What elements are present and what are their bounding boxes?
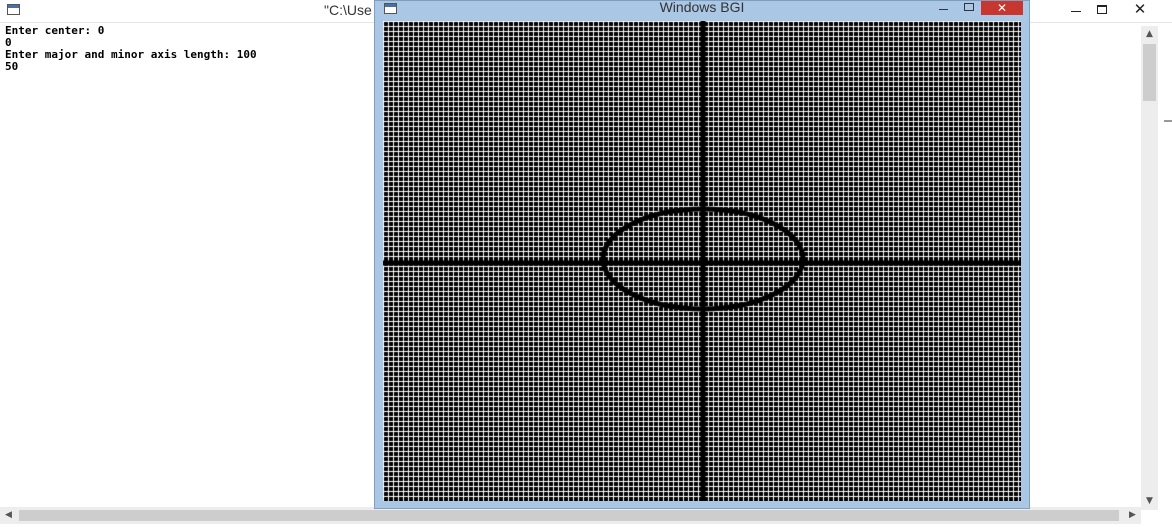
close-icon: ✕: [1133, 0, 1147, 18]
maximize-icon: [1097, 5, 1107, 14]
scroll-left-arrow-icon[interactable]: ◀: [0, 507, 17, 524]
close-button[interactable]: ✕: [1126, 0, 1154, 20]
bgi-maximize-button[interactable]: [957, 1, 981, 17]
graphics-canvas[interactable]: [383, 21, 1021, 501]
minimize-icon: [939, 9, 948, 10]
scroll-down-arrow-icon[interactable]: ▼: [1141, 493, 1158, 510]
bgi-close-button[interactable]: ✕: [981, 1, 1023, 15]
vertical-scrollbar[interactable]: ▲ ▼: [1141, 26, 1158, 510]
bgi-minimize-button[interactable]: [931, 1, 955, 17]
maximize-button[interactable]: [1088, 0, 1116, 20]
close-icon: ✕: [996, 1, 1008, 15]
bgi-titlebar[interactable]: Windows BGI ✕: [375, 0, 1029, 20]
minimize-button[interactable]: [1062, 0, 1090, 20]
console-title: "C:\Use: [324, 2, 372, 18]
console-app-icon[interactable]: [7, 4, 20, 15]
console-output: Enter center: 0 0 Enter major and minor …: [5, 24, 257, 73]
horizontal-scrollbar[interactable]: ◀ ▶: [0, 507, 1141, 524]
horizontal-scroll-thumb[interactable]: [19, 510, 1119, 521]
scroll-right-arrow-icon[interactable]: ▶: [1124, 507, 1141, 524]
vertical-scroll-thumb[interactable]: [1143, 44, 1156, 101]
maximize-icon: [964, 3, 974, 11]
minimize-icon: [1071, 11, 1081, 12]
bgi-window: Windows BGI ✕: [374, 0, 1030, 509]
scroll-up-arrow-icon[interactable]: ▲: [1141, 26, 1158, 43]
window-edge-divider: [1164, 120, 1172, 122]
